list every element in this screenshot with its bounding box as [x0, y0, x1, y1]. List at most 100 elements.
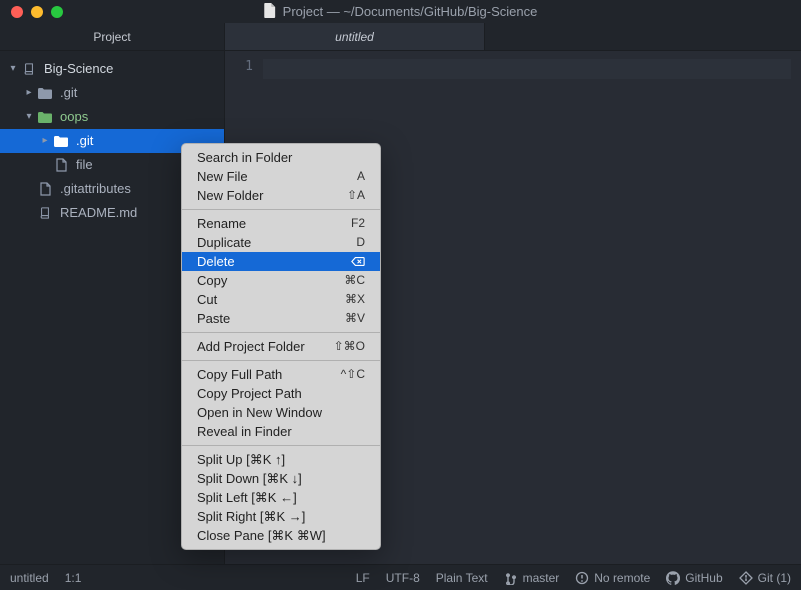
context-menu-shortcut: F2	[351, 215, 365, 232]
context-menu-label: Split Up [⌘K ↑]	[197, 451, 285, 468]
github-icon	[666, 571, 680, 585]
repo-icon	[20, 63, 38, 75]
status-remote-label: No remote	[594, 571, 650, 585]
context-menu-label: Copy Project Path	[197, 385, 302, 402]
status-github[interactable]: GitHub	[666, 571, 722, 585]
file-icon	[52, 158, 70, 172]
context-menu-shortcut: ⌘X	[345, 291, 365, 308]
editor-tab-untitled[interactable]: untitled	[225, 23, 485, 50]
status-cursor[interactable]: 1:1	[65, 571, 82, 585]
editor-tabs: untitled	[225, 23, 801, 51]
context-menu-label: Search in Folder	[197, 149, 292, 166]
context-menu: Search in Folder New File ANew Folder⇧A Ren…	[181, 143, 381, 550]
editor-tab-label: untitled	[335, 30, 374, 44]
context-menu-shortcut	[351, 256, 365, 267]
context-menu-item[interactable]: Open in New Window	[182, 403, 380, 422]
status-eol[interactable]: LF	[356, 571, 370, 585]
context-menu-label: Cut	[197, 291, 217, 308]
context-menu-item[interactable]: Delete	[182, 252, 380, 271]
tree-item-label: .gitattributes	[60, 177, 131, 201]
context-menu-shortcut: A	[357, 168, 365, 185]
context-menu-item[interactable]: Paste ⌘V	[182, 309, 380, 328]
context-menu-label: Delete	[197, 253, 235, 270]
window-zoom-button[interactable]	[51, 6, 63, 18]
context-menu-item[interactable]: New File A	[182, 167, 380, 186]
tree-item-label: .git	[60, 81, 77, 105]
editor-content[interactable]: 1	[225, 51, 801, 79]
window-minimize-button[interactable]	[31, 6, 43, 18]
tree-item-label: README.md	[60, 201, 137, 225]
chevron-right-icon: ▸	[38, 129, 52, 153]
window-controls	[11, 6, 63, 18]
context-menu-label: Copy	[197, 272, 227, 289]
context-menu-label: Split Left [⌘K ←]	[197, 489, 297, 506]
context-menu-item[interactable]: Search in Folder	[182, 148, 380, 167]
context-menu-shortcut: ^⇧C	[341, 366, 365, 383]
status-branch[interactable]: master	[504, 571, 560, 585]
context-menu-shortcut: ⇧⌘O	[334, 338, 365, 355]
chevron-down-icon: ▾	[6, 57, 20, 81]
book-icon	[36, 207, 54, 219]
context-menu-shortcut: ⌘V	[345, 310, 365, 327]
warning-icon	[575, 571, 589, 585]
window-title: Project — ~/Documents/GitHub/Big-Science	[264, 3, 538, 21]
status-encoding[interactable]: UTF-8	[386, 571, 420, 585]
status-git-label: Git (1)	[758, 571, 791, 585]
folder-open-icon	[36, 112, 54, 123]
tree-item-label: .git	[76, 129, 93, 153]
context-menu-item[interactable]: Copy Full Path ^⇧C	[182, 365, 380, 384]
context-menu-label: Duplicate	[197, 234, 251, 251]
tree-item-label: file	[76, 153, 93, 177]
context-menu-item[interactable]: Reveal in Finder	[182, 422, 380, 441]
context-menu-label: Split Down [⌘K ↓]	[197, 470, 302, 487]
status-lang[interactable]: Plain Text	[436, 571, 488, 585]
context-menu-label: Rename	[197, 215, 246, 232]
status-branch-label: master	[523, 571, 560, 585]
context-menu-label: Split Right [⌘K →]	[197, 508, 305, 525]
tree-root[interactable]: ▾ Big-Science	[0, 57, 224, 81]
folder-icon	[52, 136, 70, 147]
tree-item-label: oops	[60, 105, 88, 129]
context-menu-shortcut: ⌘C	[344, 272, 365, 289]
context-menu-divider	[182, 445, 380, 446]
window-title-text: Project — ~/Documents/GitHub/Big-Science	[283, 4, 538, 19]
sidebar-tab-label: Project	[93, 30, 130, 44]
context-menu-divider	[182, 360, 380, 361]
sidebar-tab-project[interactable]: Project	[0, 23, 224, 51]
branch-icon	[504, 571, 518, 585]
context-menu-item[interactable]: Add Project Folder ⇧⌘O	[182, 337, 380, 356]
context-menu-label: New File	[197, 168, 248, 185]
folder-icon	[36, 88, 54, 99]
context-menu-item[interactable]: Cut ⌘X	[182, 290, 380, 309]
window-close-button[interactable]	[11, 6, 23, 18]
window-titlebar: Project — ~/Documents/GitHub/Big-Science	[0, 0, 801, 23]
context-menu-label: Close Pane [⌘K ⌘W]	[197, 527, 326, 544]
document-icon	[264, 3, 276, 21]
status-git[interactable]: Git (1)	[739, 571, 791, 585]
status-remote[interactable]: No remote	[575, 571, 650, 585]
file-icon	[36, 182, 54, 196]
status-bar: untitled 1:1 LF UTF-8 Plain Text master …	[0, 564, 801, 590]
context-menu-shortcut: D	[356, 234, 365, 251]
context-menu-item[interactable]: Split Up [⌘K ↑]	[182, 450, 380, 469]
tree-item-oops[interactable]: ▾ oops	[0, 105, 224, 129]
context-menu-item[interactable]: Copy Project Path	[182, 384, 380, 403]
context-menu-item[interactable]: Close Pane [⌘K ⌘W]	[182, 526, 380, 545]
context-menu-item[interactable]: New Folder⇧A	[182, 186, 380, 205]
context-menu-item[interactable]: Rename F2	[182, 214, 380, 233]
context-menu-item[interactable]: Copy ⌘C	[182, 271, 380, 290]
context-menu-item[interactable]: Duplicate D	[182, 233, 380, 252]
context-menu-label: Paste	[197, 310, 230, 327]
context-menu-label: Reveal in Finder	[197, 423, 292, 440]
context-menu-label: Copy Full Path	[197, 366, 282, 383]
context-menu-item[interactable]: Split Down [⌘K ↓]	[182, 469, 380, 488]
context-menu-label: Open in New Window	[197, 404, 322, 421]
chevron-down-icon: ▾	[22, 105, 36, 129]
tree-item-git[interactable]: ▸ .git	[0, 81, 224, 105]
context-menu-label: Add Project Folder	[197, 338, 305, 355]
context-menu-label: New Folder	[197, 187, 263, 204]
context-menu-item[interactable]: Split Right [⌘K →]	[182, 507, 380, 526]
editor-active-line[interactable]	[263, 59, 791, 79]
status-file[interactable]: untitled	[10, 571, 49, 585]
context-menu-item[interactable]: Split Left [⌘K ←]	[182, 488, 380, 507]
